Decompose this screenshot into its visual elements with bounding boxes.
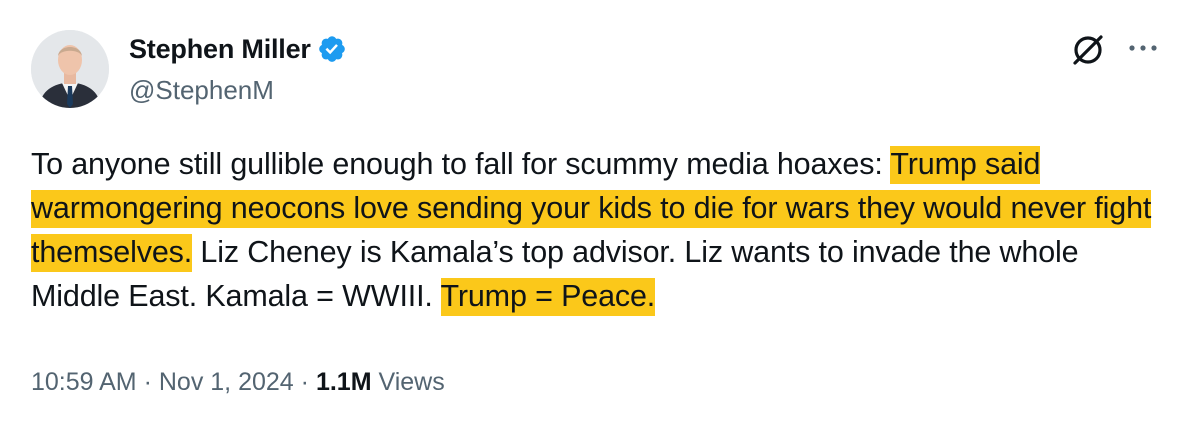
author-display-name[interactable]: Stephen Miller bbox=[129, 32, 347, 66]
verified-badge-icon[interactable] bbox=[317, 34, 347, 64]
author-handle[interactable]: @StephenM bbox=[129, 73, 274, 107]
grok-slashed-circle-icon[interactable] bbox=[1068, 30, 1108, 70]
author-name-text[interactable]: Stephen Miller bbox=[129, 32, 311, 66]
tweet-text: To anyone still gullible enough to fall … bbox=[31, 142, 1166, 318]
tweet-text-highlight: Trump = Peace. bbox=[440, 278, 655, 316]
tweet-date[interactable]: Nov 1, 2024 bbox=[159, 368, 294, 396]
tweet-meta: 10:59 AM · Nov 1, 2024 · 1.1M Views bbox=[31, 365, 445, 399]
tweet-time[interactable]: 10:59 AM bbox=[31, 368, 137, 396]
meta-separator: · bbox=[300, 368, 309, 396]
more-horizontal-icon[interactable] bbox=[1124, 38, 1164, 58]
views-count[interactable]: 1.1M bbox=[316, 368, 372, 396]
avatar[interactable] bbox=[31, 30, 109, 108]
person-avatar-icon bbox=[31, 30, 109, 108]
tweet-card: Stephen Miller @StephenM To anyone still… bbox=[0, 0, 1200, 435]
views-label: Views bbox=[378, 368, 445, 396]
meta-separator: · bbox=[143, 368, 152, 396]
tweet-text-segment: To anyone still gullible enough to fall … bbox=[31, 147, 891, 181]
